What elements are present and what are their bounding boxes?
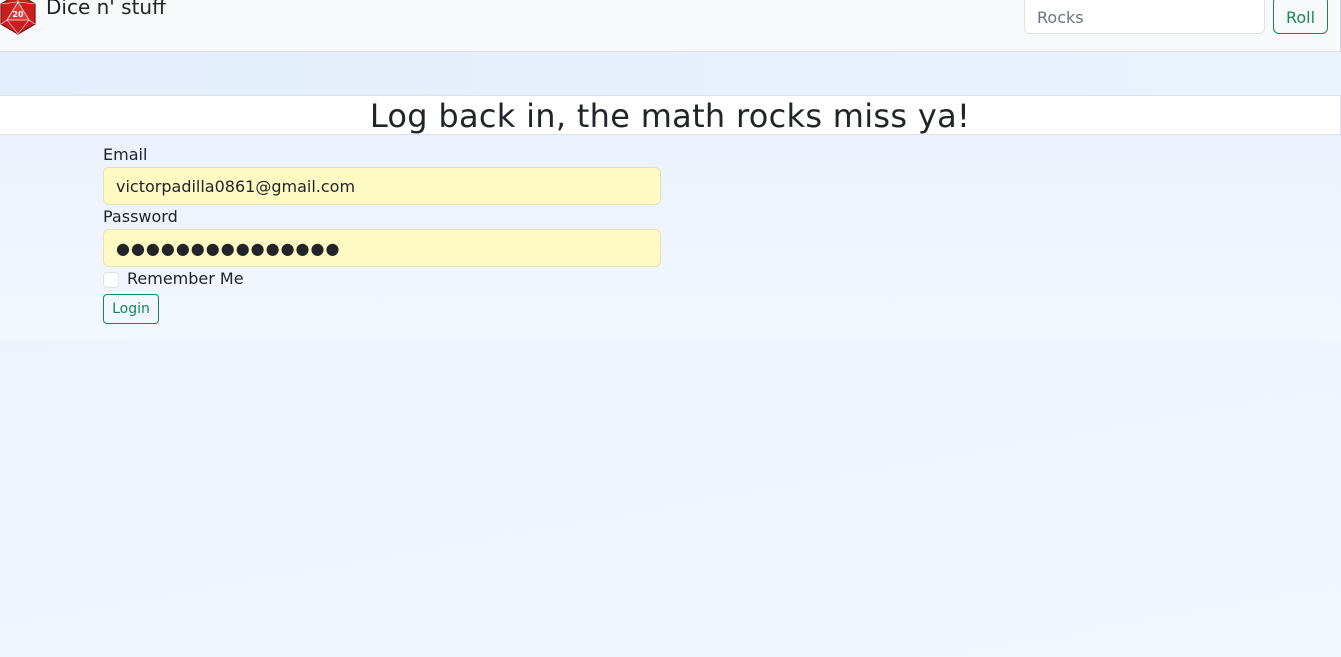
- roll-button[interactable]: Roll: [1273, 0, 1328, 34]
- header-spacer: [0, 52, 1341, 96]
- password-field[interactable]: ●●●●●●●●●●●●●●●: [103, 229, 661, 267]
- brand-title[interactable]: Dice n' stuff: [46, 0, 166, 20]
- d20-logo-icon[interactable]: 20: [0, 0, 38, 36]
- password-label: Password: [103, 207, 178, 226]
- password-value: ●●●●●●●●●●●●●●●: [116, 238, 341, 258]
- remember-me-label[interactable]: Remember Me: [127, 269, 244, 289]
- search-input[interactable]: [1024, 0, 1265, 34]
- email-field[interactable]: victorpadilla0861@gmail.com: [103, 167, 661, 205]
- email-label: Email: [103, 145, 148, 164]
- top-navbar: 20 Dice n' stuff Roll: [0, 0, 1341, 52]
- page-title-band: Log back in, the math rocks miss ya!: [0, 95, 1341, 135]
- email-value: victorpadilla0861@gmail.com: [116, 176, 356, 196]
- page-title: Log back in, the math rocks miss ya!: [369, 97, 971, 135]
- login-button[interactable]: Login: [103, 294, 159, 324]
- logo-number: 20: [12, 10, 24, 19]
- remember-me-checkbox[interactable]: [103, 272, 119, 288]
